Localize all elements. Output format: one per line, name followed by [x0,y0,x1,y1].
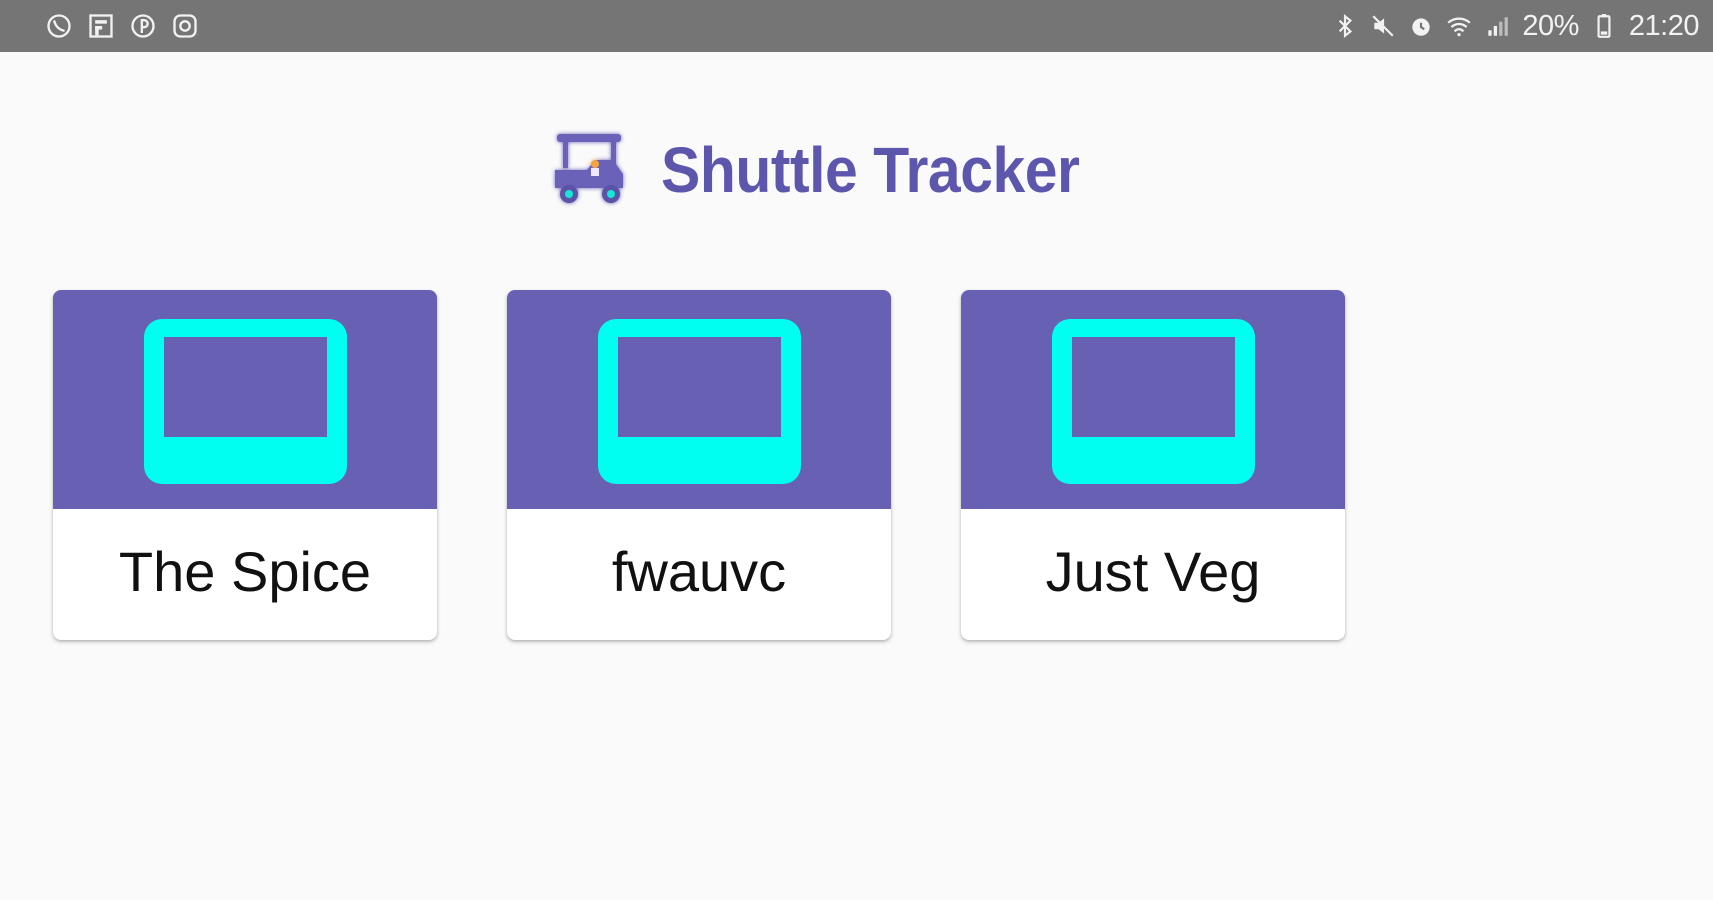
app-header: Shuttle Tracker [0,128,1713,212]
mute-icon [1370,11,1396,41]
status-bar: 20% 21:20 [0,0,1713,52]
flipboard-icon [86,11,116,41]
wifi-icon [1446,11,1472,41]
instagram-icon [170,11,200,41]
status-bar-notifications [44,11,200,41]
card-image [507,290,891,509]
signal-icon [1484,11,1510,41]
clock: 21:20 [1628,9,1700,42]
card-image [53,290,437,509]
screen-icon [597,319,801,484]
restaurant-card[interactable]: Just Veg [961,290,1345,640]
golf-cart-icon [547,128,631,212]
restaurant-name: Just Veg [1045,540,1261,603]
restaurant-name: The Spice [118,540,372,603]
screen-icon [143,319,347,484]
pinterest-icon [128,11,158,41]
restaurant-card[interactable]: fwauvc [507,290,891,640]
viber-icon [44,11,74,41]
app-title: Shuttle Tracker [661,134,1080,206]
alarm-icon [1408,11,1434,41]
restaurant-card[interactable]: The Spice [53,290,437,640]
restaurant-name: fwauvc [611,540,787,603]
restaurant-grid: The Spice fwauvc Just Veg [53,290,1345,640]
screen-icon [1051,319,1255,484]
battery-icon [1591,11,1617,41]
status-bar-system: 20% 21:20 [1332,9,1700,43]
bluetooth-icon [1332,11,1358,41]
card-image [961,290,1345,509]
battery-percent: 20% [1522,9,1579,42]
